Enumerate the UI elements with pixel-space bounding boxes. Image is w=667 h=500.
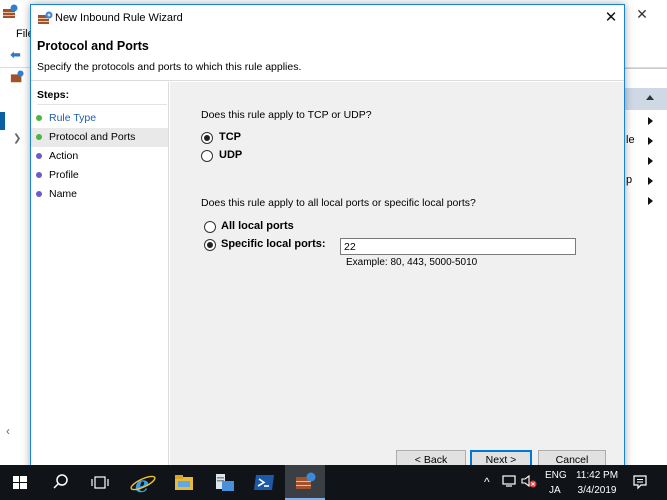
ports-example-text: Example: 80, 443, 5000-5010	[346, 257, 478, 268]
close-icon[interactable]: ✕	[601, 9, 621, 27]
wizard-title: New Inbound Rule Wizard	[55, 12, 183, 24]
step-label: Action	[49, 150, 79, 162]
protocol-question: Does this rule apply to TCP or UDP?	[201, 109, 372, 121]
scroll-left-icon[interactable]: ‹	[6, 424, 24, 438]
submenu-arrow-icon[interactable]	[648, 137, 653, 145]
powershell-button[interactable]	[244, 465, 284, 500]
radio-label-udp[interactable]: UDP	[219, 149, 242, 161]
collapse-up-icon[interactable]	[646, 95, 654, 100]
search-button[interactable]	[40, 465, 80, 500]
tree-selection-marker	[0, 112, 5, 130]
windows-firewall-taskbar-button[interactable]	[285, 465, 325, 500]
step-profile[interactable]: Profile	[31, 166, 168, 185]
background-menu-file[interactable]: File	[0, 28, 34, 44]
volume-muted-icon[interactable]	[521, 474, 537, 488]
actions-item-partial-2[interactable]: p	[626, 174, 632, 186]
steps-divider	[37, 104, 167, 105]
network-icon[interactable]	[502, 474, 518, 488]
radio-button-tcp[interactable]	[201, 132, 213, 144]
submenu-arrow-icon[interactable]	[648, 177, 653, 185]
file-explorer-button[interactable]	[164, 465, 204, 500]
windows-logo-icon	[13, 476, 27, 489]
step-action[interactable]: Action	[31, 147, 168, 166]
content-pane: Does this rule apply to TCP or UDP? TCP …	[170, 82, 624, 469]
wizard-header: Protocol and Ports Specify the protocols…	[31, 31, 624, 81]
actions-item-partial-1[interactable]: le	[626, 134, 635, 146]
step-label: Name	[49, 188, 78, 200]
tree-expand-icon[interactable]: ❯	[13, 133, 21, 144]
submenu-arrow-icon[interactable]	[648, 197, 653, 205]
step-status-dot-icon	[36, 153, 42, 159]
task-view-icon	[91, 476, 109, 489]
wizard-titlebar[interactable]: New Inbound Rule Wizard ✕	[31, 5, 624, 31]
radio-label-all-ports[interactable]: All local ports	[221, 220, 294, 232]
step-status-dot-icon	[36, 191, 42, 197]
language-indicator[interactable]: ENG	[545, 470, 567, 481]
step-protocol-and-ports[interactable]: Protocol and Ports	[31, 128, 168, 147]
page-title: Protocol and Ports	[37, 39, 149, 53]
radio-button-all-ports[interactable]	[204, 221, 216, 233]
ime-indicator[interactable]: JA	[549, 485, 561, 496]
step-label: Protocol and Ports	[49, 131, 136, 143]
radio-label-specific-ports[interactable]: Specific local ports:	[221, 238, 326, 250]
task-view-button[interactable]	[80, 465, 120, 500]
search-icon	[53, 474, 68, 489]
radio-button-specific-ports[interactable]	[204, 239, 216, 251]
ports-question: Does this rule apply to all local ports …	[201, 197, 476, 209]
firewall-icon	[296, 472, 316, 489]
start-button[interactable]	[0, 465, 40, 500]
submenu-arrow-icon[interactable]	[648, 157, 653, 165]
radio-button-udp[interactable]	[201, 150, 213, 162]
internet-explorer-button[interactable]: e	[124, 465, 164, 500]
steps-label: Steps:	[37, 89, 70, 101]
clock-time[interactable]: 11:42 PM	[575, 470, 619, 481]
internet-explorer-icon: e	[130, 472, 156, 498]
firewall-tree-icon	[10, 70, 24, 83]
firewall-app-icon	[3, 4, 18, 18]
actions-divider	[624, 68, 667, 69]
server-manager-button[interactable]	[204, 465, 244, 500]
step-label: Rule Type	[49, 112, 97, 124]
firewall-rule-icon	[38, 11, 53, 24]
step-status-dot-icon	[36, 115, 42, 121]
back-arrow-icon[interactable]: ⬅	[10, 48, 24, 62]
page-description: Specify the protocols and ports to which…	[37, 61, 302, 73]
action-center-icon[interactable]	[632, 474, 648, 490]
step-label: Profile	[49, 169, 79, 181]
radio-label-tcp[interactable]: TCP	[219, 131, 241, 143]
show-hidden-icons-chevron-icon[interactable]: ^	[484, 475, 490, 489]
step-name[interactable]: Name	[31, 185, 168, 204]
step-status-dot-icon	[36, 172, 42, 178]
background-close-icon[interactable]: ✕	[632, 5, 652, 23]
new-inbound-rule-wizard: New Inbound Rule Wizard ✕ Protocol and P…	[30, 4, 625, 470]
submenu-arrow-icon[interactable]	[648, 117, 653, 125]
step-status-dot-icon	[36, 134, 42, 140]
server-manager-icon	[216, 474, 234, 491]
powershell-icon	[254, 475, 274, 490]
steps-pane: Steps: Rule Type Protocol and Ports Acti…	[31, 82, 169, 469]
specific-ports-input[interactable]	[340, 238, 576, 255]
step-rule-type[interactable]: Rule Type	[31, 109, 168, 128]
clock-date[interactable]: 3/4/2019	[575, 485, 619, 496]
folder-icon	[175, 475, 193, 490]
